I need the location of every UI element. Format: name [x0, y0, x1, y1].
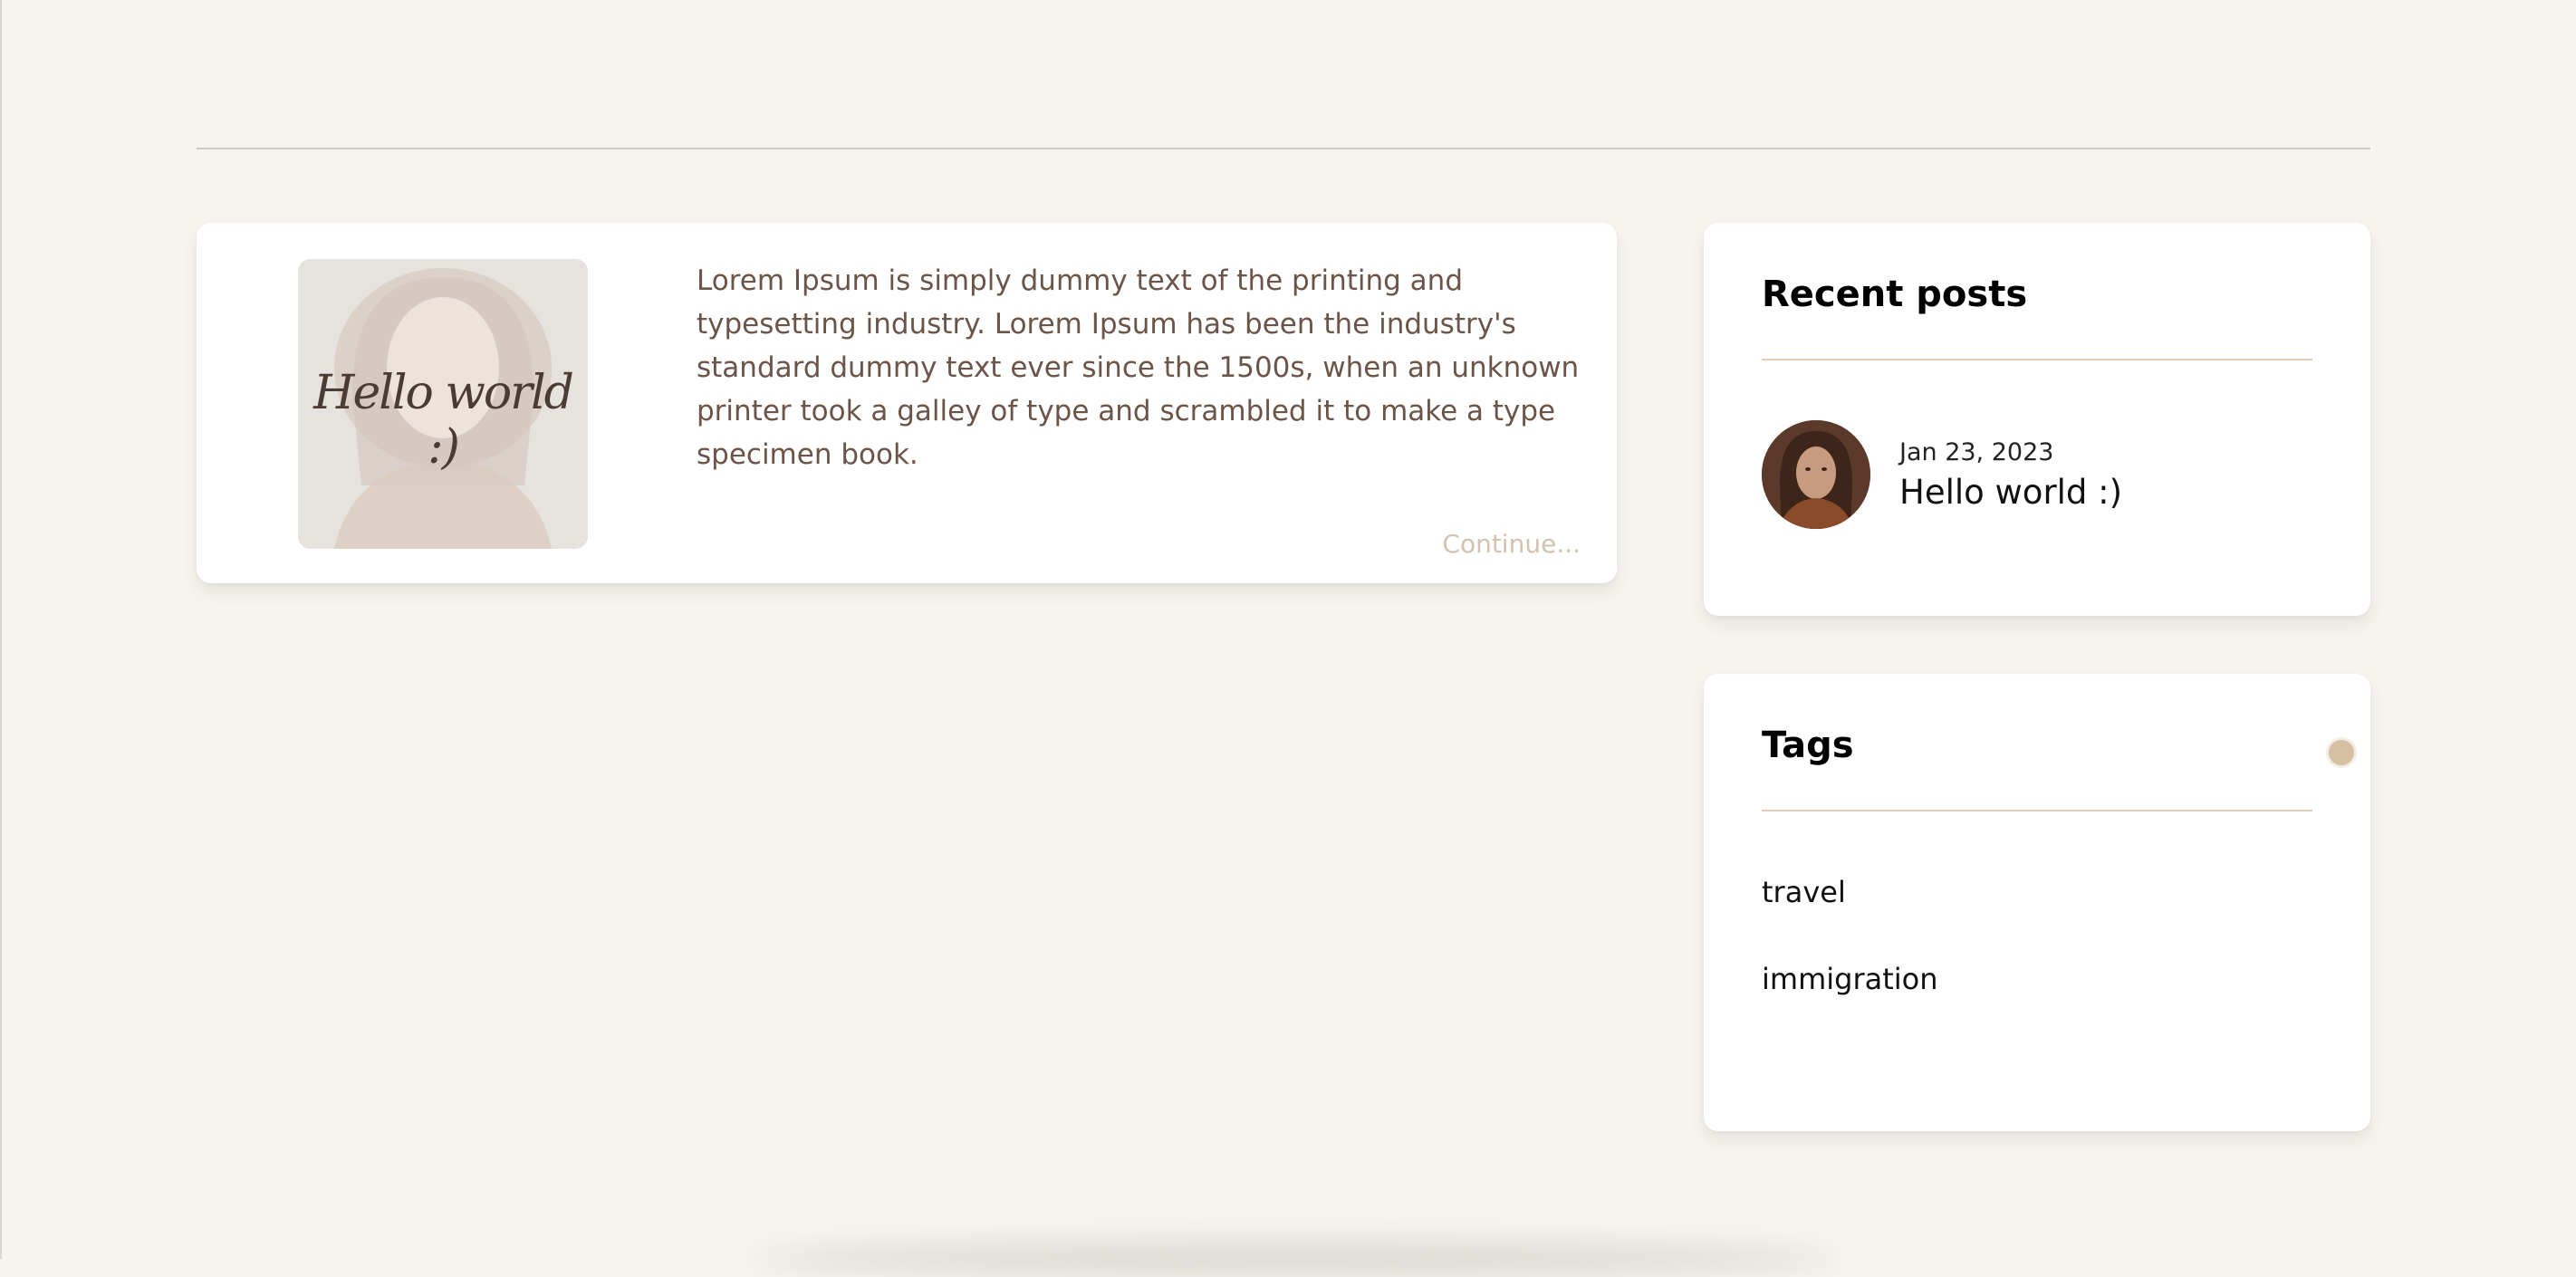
blog-post-card: Hello world :) Lorem Ipsum is simply dum…: [197, 223, 1617, 583]
recent-posts-widget: Recent posts Jan 23, 2023 Hello world :): [1704, 223, 2370, 616]
post-avatar: [1762, 420, 1870, 529]
post-thumbnail[interactable]: Hello world :): [298, 259, 588, 549]
tags-divider: [1762, 810, 2312, 811]
post-excerpt: Lorem Ipsum is simply dummy text of the …: [697, 264, 1580, 471]
tag-travel[interactable]: travel: [1762, 875, 1846, 909]
avatar-portrait: [1762, 420, 1870, 529]
recent-post-title[interactable]: Hello world :): [1899, 473, 2122, 512]
footer-shadow: [752, 1241, 1839, 1277]
recent-post-date: Jan 23, 2023: [1899, 438, 2054, 466]
thumbnail-caption: Hello world :): [313, 366, 574, 475]
tags-heading: Tags: [1762, 725, 1854, 766]
scroll-to-top-dot[interactable]: [2326, 737, 2357, 768]
continue-reading-link[interactable]: Continue...: [1442, 529, 1581, 559]
page-left-border: [0, 0, 2, 1259]
recent-post-item[interactable]: Jan 23, 2023 Hello world :): [1762, 420, 2312, 531]
recent-posts-heading: Recent posts: [1762, 274, 2028, 315]
header-divider: [197, 148, 2370, 149]
tag-immigration[interactable]: immigration: [1762, 962, 1938, 996]
tags-widget: Tags travel immigration: [1704, 674, 2370, 1131]
recent-posts-divider: [1762, 359, 2312, 360]
